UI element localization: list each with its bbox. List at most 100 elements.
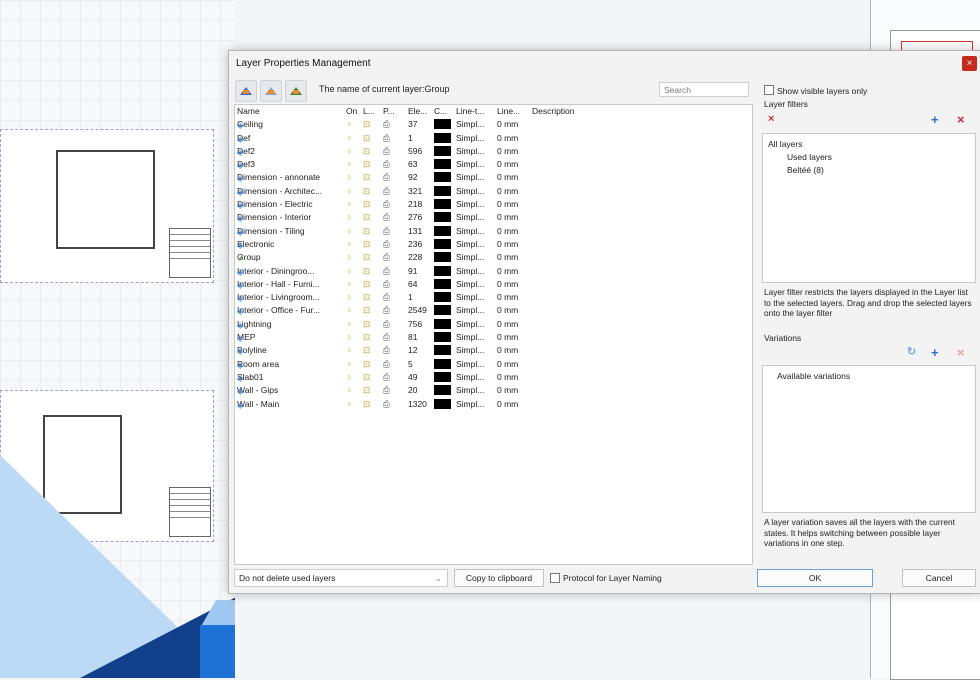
lock-icon[interactable]: ⊡ [363, 172, 377, 183]
lineweight[interactable]: 0 mm [497, 399, 529, 409]
col-print[interactable]: P... [383, 106, 397, 116]
dialog-titlebar[interactable]: Layer Properties Management × [229, 51, 980, 75]
lineweight[interactable]: 0 mm [497, 159, 529, 169]
add-variation-button[interactable]: + [931, 346, 939, 359]
col-linetype[interactable]: Line-t... [456, 106, 494, 116]
color-swatch[interactable] [434, 185, 451, 196]
lineweight[interactable]: 0 mm [497, 332, 529, 342]
print-icon[interactable]: ⎙ [383, 399, 397, 410]
layer-name[interactable]: ◈ Electronic [237, 239, 343, 249]
bulb-icon[interactable]: ♀ [346, 359, 358, 369]
layer-name[interactable]: ◈ Ceiling [237, 119, 343, 129]
print-icon[interactable]: ⎙ [383, 252, 397, 263]
layer-name[interactable]: ◈ Slab01 [237, 372, 343, 382]
print-icon[interactable]: ⎙ [383, 226, 397, 237]
layer-row[interactable]: ◈ Interior - Livingroom... ♀ ⊡ ⎙ 1 Simpl... 0 m… [235, 291, 752, 304]
bulb-icon[interactable]: ♀ [346, 332, 358, 342]
bulb-icon[interactable]: ♀ [346, 266, 358, 276]
lineweight[interactable]: 0 mm [497, 319, 529, 329]
col-name[interactable]: Name [237, 106, 343, 116]
color-swatch[interactable] [434, 371, 451, 382]
color-swatch[interactable] [434, 265, 451, 276]
lineweight[interactable]: 0 mm [497, 226, 529, 236]
linetype[interactable]: Simpl... [456, 226, 494, 236]
print-icon[interactable]: ⎙ [383, 239, 397, 250]
color-swatch[interactable] [434, 119, 451, 130]
bulb-icon[interactable]: ♀ [346, 372, 358, 382]
lock-icon[interactable]: ⊡ [363, 399, 377, 410]
bulb-icon[interactable]: ♀ [346, 279, 358, 289]
layer-row[interactable]: ◈ Wall - Main ♀ ⊡ ⎙ 1320 Simpl... 0 mm [235, 398, 752, 411]
print-icon[interactable]: ⎙ [383, 385, 397, 396]
layer-row[interactable]: ◈ Room area ♀ ⊡ ⎙ 5 Simpl... 0 mm [235, 358, 752, 371]
color-swatch[interactable] [434, 145, 451, 156]
lock-icon[interactable]: ⊡ [363, 319, 377, 330]
lock-icon[interactable]: ⊡ [363, 159, 377, 170]
layer-row[interactable]: ◈ Slab01 ♀ ⊡ ⎙ 49 Simpl... 0 mm [235, 371, 752, 384]
col-description[interactable]: Description [532, 106, 592, 116]
print-icon[interactable]: ⎙ [383, 119, 397, 130]
bulb-icon[interactable]: ♀ [346, 119, 358, 129]
layer-name[interactable]: ◈ Lightning [237, 319, 343, 329]
lineweight[interactable]: 0 mm [497, 146, 529, 156]
col-elements[interactable]: Ele... [408, 106, 434, 116]
lineweight[interactable]: 0 mm [497, 119, 529, 129]
print-icon[interactable]: ⎙ [383, 292, 397, 303]
refresh-variation-button[interactable]: ↻ [907, 346, 916, 359]
print-icon[interactable]: ⎙ [383, 199, 397, 210]
color-swatch[interactable] [434, 159, 451, 170]
bulb-icon[interactable]: ♀ [346, 146, 358, 156]
protocol-checkbox[interactable] [550, 573, 560, 583]
bulb-icon[interactable]: ♀ [346, 199, 358, 209]
linetype[interactable]: Simpl... [456, 266, 494, 276]
bulb-icon[interactable]: ♀ [346, 399, 358, 409]
layer-row[interactable]: ◈ Def2 ♀ ⊡ ⎙ 596 Simpl... 0 mm [235, 145, 752, 158]
duplicate-layer-button[interactable] [260, 80, 282, 102]
layer-row[interactable]: ◈ Def3 ♀ ⊡ ⎙ 63 Simpl... 0 mm [235, 158, 752, 171]
linetype[interactable]: Simpl... [456, 239, 494, 249]
lock-icon[interactable]: ⊡ [363, 239, 377, 250]
bulb-icon[interactable]: ♀ [346, 226, 358, 236]
bulb-icon[interactable]: ♀ [346, 319, 358, 329]
layer-name[interactable]: ◈ Dimension - Interior [237, 212, 343, 222]
bulb-icon[interactable]: ♀ [346, 212, 358, 222]
print-icon[interactable]: ⎙ [383, 172, 397, 183]
bulb-icon[interactable]: ♀ [346, 133, 358, 143]
linetype[interactable]: Simpl... [456, 279, 494, 289]
layer-row[interactable]: ◈ Interior - Office - Fur... ♀ ⊡ ⎙ 2549 Simpl.… [235, 304, 752, 317]
lineweight[interactable]: 0 mm [497, 266, 529, 276]
color-swatch[interactable] [434, 345, 451, 356]
print-icon[interactable]: ⎙ [383, 266, 397, 277]
color-swatch[interactable] [434, 318, 451, 329]
bulb-icon[interactable]: ♀ [346, 159, 358, 169]
linetype[interactable]: Simpl... [456, 359, 494, 369]
linetype[interactable]: Simpl... [456, 186, 494, 196]
layer-row[interactable]: ◈ Ceiling ♀ ⊡ ⎙ 37 Simpl... 0 mm [235, 118, 752, 131]
lineweight[interactable]: 0 mm [497, 292, 529, 302]
lock-icon[interactable]: ⊡ [363, 146, 377, 157]
color-swatch[interactable] [434, 238, 451, 249]
ok-button[interactable]: OK [757, 569, 873, 587]
linetype[interactable]: Simpl... [456, 172, 494, 182]
tree-node-used-layers[interactable]: Used layers [787, 152, 832, 162]
layer-name[interactable]: ◈ Wall - Main [237, 399, 343, 409]
color-swatch[interactable] [434, 305, 451, 316]
lock-icon[interactable]: ⊡ [363, 345, 377, 356]
variations-list[interactable]: Available variations [762, 365, 976, 513]
print-icon[interactable]: ⎙ [383, 305, 397, 316]
layer-name[interactable]: ◈ Dimension - Electric [237, 199, 343, 209]
lock-icon[interactable]: ⊡ [363, 359, 377, 370]
print-icon[interactable]: ⎙ [383, 372, 397, 383]
lineweight[interactable]: 0 mm [497, 359, 529, 369]
color-swatch[interactable] [434, 252, 451, 263]
layer-name[interactable]: ◈ Def3 [237, 159, 343, 169]
lock-icon[interactable]: ⊡ [363, 252, 377, 263]
linetype[interactable]: Simpl... [456, 199, 494, 209]
linetype[interactable]: Simpl... [456, 372, 494, 382]
linetype[interactable]: Simpl... [456, 332, 494, 342]
layer-name[interactable]: ◈ Room area [237, 359, 343, 369]
layer-name[interactable]: ◈ Interior - Livingroom... [237, 292, 343, 302]
lock-icon[interactable]: ⊡ [363, 226, 377, 237]
linetype[interactable]: Simpl... [456, 292, 494, 302]
layer-row[interactable]: ◈ Def ♀ ⊡ ⎙ 1 Simpl... 0 mm [235, 132, 752, 145]
